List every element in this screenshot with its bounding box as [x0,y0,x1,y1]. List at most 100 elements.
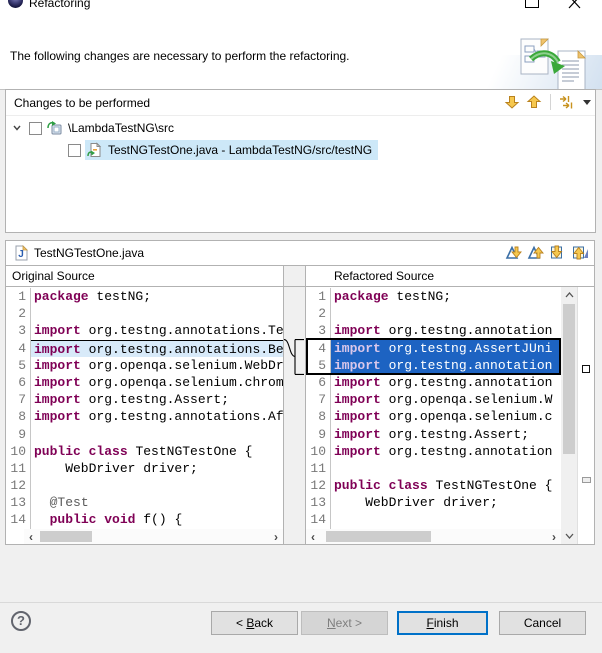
tree-selection[interactable]: TestNGTestOne.java - LambdaTestNG/src/te… [85,140,379,160]
changes-panel-header: Changes to be performed [6,90,595,116]
previous-difference-icon[interactable] [527,244,545,261]
code-line[interactable]: import org.testng.annotation [331,443,561,460]
tree-item-java-file[interactable]: TestNGTestOne.java - LambdaTestNG/src/te… [6,139,595,161]
svg-text:J: J [18,249,24,260]
next-difference-icon[interactable] [505,244,523,261]
column-header-gap [283,266,306,286]
maximize-button[interactable] [525,0,539,8]
code-line[interactable]: import org.testng.annotations.Af [31,408,283,425]
dialog-header: The following changes are necessary to p… [0,13,602,91]
filter-changes-icon[interactable] [559,94,575,110]
line-number: 9 [318,426,326,442]
scroll-up-icon[interactable] [561,287,577,303]
diff-marker-current[interactable] [582,365,590,373]
line-number: 1 [18,289,26,304]
code-line[interactable]: import org.openqa.selenium.chrom [31,374,283,391]
close-icon [568,0,581,9]
code-line[interactable] [31,305,283,322]
code-line[interactable]: public class TestNGTestOne { [31,443,283,460]
column-headers: Original Source Refactored Source [6,265,594,287]
diff-connector-strip [283,287,306,544]
refactoring-banner-icon [520,38,586,91]
original-source-header: Original Source [12,269,95,283]
code-line[interactable]: import org.testng.annotations.Te [31,322,283,339]
line-number: 10 [310,443,326,459]
code-line[interactable]: WebDriver driver; [331,494,561,511]
code-line[interactable]: import org.openqa.selenium.W [331,391,561,408]
tree-item-src-folder[interactable]: \LambdaTestNG\src [6,117,595,139]
refactored-source-pane[interactable]: 1 2 3 4 5 6 7 8 9 10 11 12 13 14 package testNG; impor… [306,288,561,529]
code-line[interactable]: import org.testng.annotation [331,322,561,339]
horizontal-scroll-thumb[interactable] [40,531,92,542]
finish-button[interactable]: Finish [397,611,488,635]
code-line[interactable]: import org.testng.AssertJUni [331,339,561,357]
scroll-down-icon[interactable] [561,528,577,544]
titlebar[interactable]: Refactoring [0,0,602,13]
move-down-icon[interactable] [504,94,520,110]
vertical-scrollbar[interactable] [561,287,577,544]
code-line[interactable]: import org.openqa.selenium.WebDr [31,357,283,374]
code-line[interactable]: package testNG; [31,288,283,305]
code-lines-left[interactable]: package testNG; import org.testng.annotat… [31,288,283,529]
line-number: 10 [10,443,26,459]
line-number: 4 [318,340,326,356]
close-button[interactable] [568,0,582,10]
code-line[interactable]: import org.testng.annotation [331,374,561,391]
move-up-icon[interactable] [526,94,542,110]
code-line[interactable]: import org.openqa.selenium.c [331,408,561,425]
line-number: 5 [318,357,326,373]
code-line[interactable]: @Test [31,494,283,511]
horizontal-scrollbar-right[interactable]: ‹ › [306,529,561,544]
diff-marker[interactable] [582,477,591,483]
line-number: 8 [18,409,26,425]
checkbox-java-file[interactable] [68,143,81,157]
help-button[interactable]: ? [11,611,31,631]
line-number: 9 [18,426,26,442]
changes-toolbar [504,94,591,110]
dropdown-caret-icon[interactable] [583,99,591,105]
expander-chevron-icon[interactable] [12,123,22,133]
scroll-left-icon[interactable]: ‹ [306,529,320,544]
horizontal-scroll-thumb[interactable] [326,531,431,542]
code-line[interactable] [331,460,561,477]
horizontal-scrollbar-left[interactable]: ‹ › [24,529,283,544]
compare-toolbar [505,244,589,261]
code-line[interactable]: public class TestNGTestOne { [331,477,561,494]
compare-file-name: TestNGTestOne.java [34,246,145,260]
line-number: 12 [10,478,26,494]
scroll-left-icon[interactable]: ‹ [24,529,38,544]
next-change-icon[interactable] [549,244,567,261]
line-number: 5 [18,357,26,373]
code-line[interactable]: WebDriver driver; [31,460,283,477]
line-number: 11 [310,460,326,476]
line-number: 7 [18,392,26,408]
code-line[interactable] [331,305,561,322]
original-source-pane[interactable]: 1 2 3 4 5 6 7 8 9 10 11 12 13 14 package testNG; impor… [6,288,283,529]
code-line[interactable] [31,426,283,443]
code-line[interactable]: import org.testng.Assert; [331,426,561,443]
code-lines-right[interactable]: package testNG; import org.testng.annotat… [331,288,561,529]
line-number: 1 [318,289,326,304]
line-numbers-left: 1 2 3 4 5 6 7 8 9 10 11 12 13 14 [6,288,31,529]
line-number: 2 [318,306,326,322]
back-button[interactable]: < Back [211,611,298,635]
code-line[interactable]: package testNG; [331,288,561,305]
code-line[interactable]: public void f() { [31,511,283,528]
code-line[interactable] [31,477,283,494]
code-line[interactable] [331,511,561,528]
line-number: 2 [18,306,26,322]
line-number: 13 [310,495,326,511]
code-line[interactable]: import org.testng.annotation [331,356,561,374]
overview-ruler[interactable] [577,287,594,544]
previous-change-icon[interactable] [571,244,589,261]
code-line[interactable]: import org.testng.Assert; [31,391,283,408]
window-title: Refactoring [29,0,91,10]
scroll-right-icon[interactable]: › [547,529,561,544]
code-line[interactable]: import org.testng.annotations.Be [31,339,283,357]
checkbox-src-folder[interactable] [29,121,42,135]
scroll-right-icon[interactable]: › [269,529,283,544]
vertical-scroll-thumb[interactable] [563,304,575,454]
next-button[interactable]: Next > [301,611,388,635]
cancel-button[interactable]: Cancel [499,611,586,635]
line-numbers-right: 1 2 3 4 5 6 7 8 9 10 11 12 13 14 [306,288,331,529]
